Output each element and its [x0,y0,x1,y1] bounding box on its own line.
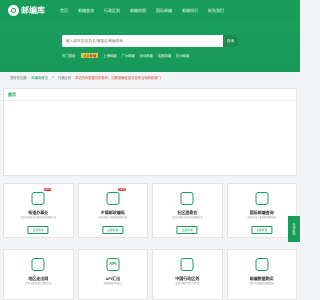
site-logo[interactable]: 邮编库 [8,5,45,16]
search-input[interactable] [62,35,223,47]
globe-icon [255,192,269,205]
card-desc: 查询全国社区居委会邮编信息 [171,216,203,219]
new-badge: NEW [118,188,127,191]
hot-tag[interactable]: 杭州邮编 [176,53,189,58]
card-street-office[interactable]: HOT 街道办事处 查询全国街道办事处地址邮编信息 立即查询 [3,183,74,238]
card-community[interactable]: 社区居委会 查询全国社区居委会邮编信息 立即查询 [152,183,223,238]
card-query-button[interactable]: 立即查询 [27,226,49,234]
api-icon: API [106,258,120,271]
service-cards-row2: 地区走出网 查询全国各地区邮编信息 API API汇出 邮编数据API接口 中国… [3,249,297,300]
map-icon [180,258,194,271]
hot-tag[interactable]: 上海邮编 [103,53,116,58]
card-desc: 邮编数据API接口 [103,282,122,285]
nav-item-division[interactable]: 行政区划 [104,8,120,14]
panel-title: 首页 [4,89,296,101]
card-api[interactable]: API API汇出 邮编数据API接口 [77,249,148,300]
nav-item-map[interactable]: 邮编地图 [130,8,146,14]
card-query-button[interactable]: 立即查询 [251,226,273,234]
search-bar: 查询 [62,35,238,47]
mail-icon [106,192,120,205]
service-cards: HOT 街道办事处 查询全国街道办事处地址邮编信息 立即查询 NEW 乡镇邮政编… [3,183,297,238]
main-nav: 首页 邮编查询 行政区划 邮编地图 国际邮编 邮编知识 联系我们 [60,8,224,14]
card-data-purchase[interactable]: 邮编数据购买 购买全国最新邮编数据 [226,249,297,300]
card-international[interactable]: 国际邮编查询 查询全球主要国家邮政编码 立即查询 [226,183,297,238]
building-icon [31,192,45,205]
content-panel: 首页 [3,88,297,176]
logo-text: 邮编库 [21,6,45,15]
search-button[interactable]: 查询 [223,35,238,47]
card-desc: 查询全球主要国家邮政编码 [247,216,277,219]
home-icon [180,192,194,205]
card-desc: 查询全国街道办事处地址邮编信息 [20,216,57,219]
card-desc: 查询全国各地区邮编信息 [25,282,52,285]
breadcrumb-sep: > [51,75,54,79]
hot-badge: HOT [43,188,52,191]
nav-item-intl[interactable]: 国际邮编 [156,8,172,14]
card-desc: 查询中国行政区划代码 [175,282,200,285]
breadcrumb-prefix: 您所在位置: [10,76,28,80]
card-town-postcode[interactable]: NEW 乡镇邮政编码 查询全国乡镇邮政编码信息 立即查询 [77,183,148,238]
hot-tag[interactable]: 成都邮编 [158,53,171,58]
hot-searches: 热门搜索: 北京邮编 上海邮编 广州邮编 深圳邮编 成都邮编 杭州邮编 [62,53,189,58]
hot-tag[interactable]: 深圳邮编 [140,53,153,58]
nav-item-home[interactable]: 首页 [60,8,68,14]
card-desc: 查询全国乡镇邮政编码信息 [98,216,128,219]
nav-item-query[interactable]: 邮编查询 [78,8,94,14]
card-division[interactable]: 中国行政区划 查询中国行政区划代码 [152,249,223,300]
breadcrumb: 您所在位置: 邮编库首页 > 行政区划 本站所有数据仅供参考，如需准确信息请咨询… [10,75,161,80]
card-desc: 购买全国最新邮编数据 [249,282,274,285]
card-region[interactable]: 地区走出网 查询全国各地区邮编信息 [3,249,74,300]
nav-item-knowledge[interactable]: 邮编知识 [182,8,198,14]
top-bar: 邮编库 首页 邮编查询 行政区划 邮编地图 国际邮编 邮编知识 联系我们 [0,0,300,22]
location-icon [31,258,45,271]
hot-label: 热门搜索: [62,54,77,58]
cart-icon [255,258,269,271]
hot-tag[interactable]: 广州邮编 [121,53,134,58]
breadcrumb-current: 行政区划 [57,76,72,80]
card-query-button[interactable]: 立即查询 [102,226,124,234]
hot-tag[interactable]: 北京邮编 [81,53,99,58]
card-query-button[interactable]: 立即查询 [176,226,198,234]
hero-banner [0,22,300,72]
logo-icon [8,5,19,16]
nav-item-contact[interactable]: 联系我们 [208,8,224,14]
feedback-float-button[interactable]: 在线反馈 [288,216,300,242]
breadcrumb-home[interactable]: 邮编库首页 [31,75,47,80]
breadcrumb-note: 本站所有数据仅供参考，如需准确信息请咨询当地邮政部门 [75,76,161,80]
